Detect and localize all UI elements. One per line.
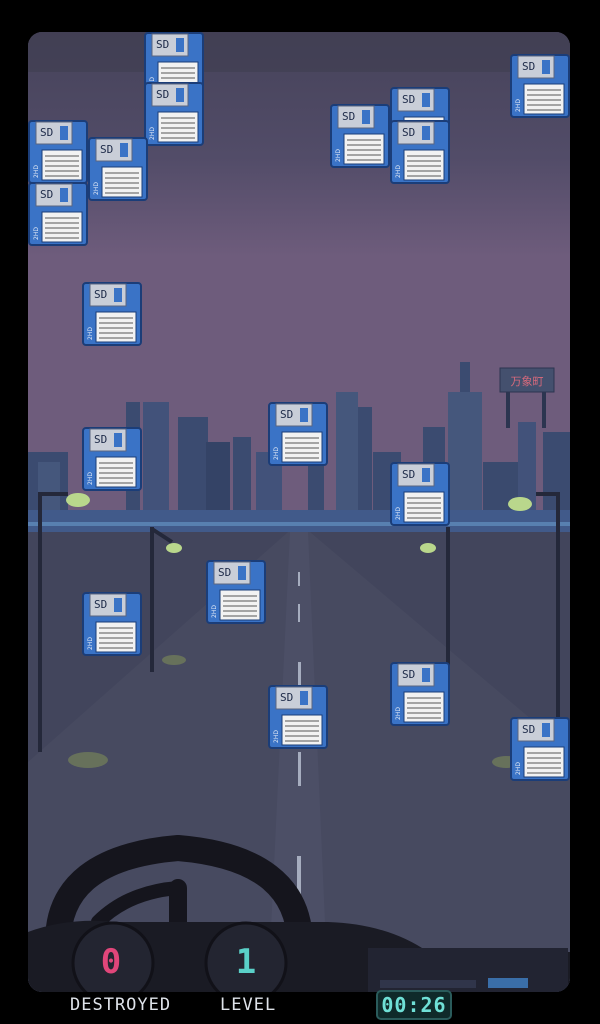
floppy-brand: SD <box>402 93 415 106</box>
floppy-brand: SD <box>280 408 293 421</box>
floppy-disk-enemy[interactable]: SD 2HD <box>330 104 390 168</box>
floppy-brand: SD <box>402 126 415 139</box>
floppy-side-label: 2HD <box>87 472 94 485</box>
floppy-side-label: 2HD <box>395 707 402 720</box>
floppy-side-label: 2HD <box>87 327 94 340</box>
floppy-brand: SD <box>522 723 535 736</box>
floppy-side-label: 2HD <box>273 730 280 743</box>
floppy-brand: SD <box>342 110 355 123</box>
floppy-side-label: 2HD <box>87 637 94 650</box>
floppy-disk-enemy[interactable]: SD 2HD <box>390 120 450 184</box>
floppy-side-label: 2HD <box>33 165 40 178</box>
floppy-brand: SD <box>40 126 53 139</box>
floppy-disk-enemy[interactable]: SD 2HD <box>144 82 204 146</box>
floppy-disk-enemy[interactable]: SD 2HD <box>28 182 88 246</box>
billboard-text: 万象町 <box>511 375 544 388</box>
destroyed-label: DESTROYED <box>70 995 172 1015</box>
floppy-brand: SD <box>522 60 535 73</box>
floppy-side-label: 2HD <box>149 127 156 140</box>
floppy-brand: SD <box>40 188 53 201</box>
floppy-side-label: 2HD <box>273 447 280 460</box>
floppy-brand: SD <box>402 468 415 481</box>
floppy-disk-enemy[interactable]: SD 2HD <box>82 282 142 346</box>
floppy-brand: SD <box>94 598 107 611</box>
horizon <box>28 510 570 532</box>
floppy-brand: SD <box>402 668 415 681</box>
floppy-disk-enemy[interactable]: SD 2HD <box>82 592 142 656</box>
floppy-brand: SD <box>100 143 113 156</box>
floppy-side-label: 2HD <box>33 227 40 240</box>
floppy-side-label: 2HD <box>335 149 342 162</box>
floppy-brand: SD <box>156 38 169 51</box>
level-value: 1 <box>235 942 257 982</box>
floppy-disk-enemy[interactable]: SD 2HD <box>206 560 266 624</box>
floppy-disk-enemy[interactable]: SD 2HD <box>268 402 328 466</box>
floppy-disk-enemy[interactable]: SD 2HD <box>510 54 570 118</box>
floppy-side-label: 2HD <box>515 99 522 112</box>
floppy-brand: SD <box>280 691 293 704</box>
floppy-side-label: 2HD <box>395 165 402 178</box>
floppy-brand: SD <box>94 288 107 301</box>
floppy-disk-enemy[interactable]: SD 2HD <box>88 137 148 201</box>
floppy-side-label: 2HD <box>515 762 522 775</box>
floppy-disk-enemy[interactable]: SD 2HD <box>390 462 450 526</box>
floppy-brand: SD <box>218 566 231 579</box>
floppy-disk-enemy[interactable]: SD 2HD <box>390 662 450 726</box>
level-label: LEVEL <box>220 995 277 1015</box>
game-screen[interactable]: 万象町 SD SD 2HD SD 2HD SD 2HD SD 2HD SD 2H… <box>28 32 570 992</box>
floppy-disk-enemy[interactable]: SD 2HD <box>28 120 88 184</box>
floppy-disk-enemy[interactable]: SD 2HD <box>510 717 570 781</box>
destroyed-count: 0 <box>100 942 122 982</box>
floppy-disk-enemy[interactable]: SD 2HD <box>82 427 142 491</box>
timer-display: 00:26 <box>376 990 452 1020</box>
floppy-brand: SD <box>94 433 107 446</box>
floppy-side-label: 2HD <box>93 182 100 195</box>
floppy-side-label: 2HD <box>211 605 218 618</box>
floppy-disk-enemy[interactable]: SD 2HD <box>268 685 328 749</box>
floppy-side-label: 2HD <box>395 507 402 520</box>
floppy-brand: SD <box>156 88 169 101</box>
